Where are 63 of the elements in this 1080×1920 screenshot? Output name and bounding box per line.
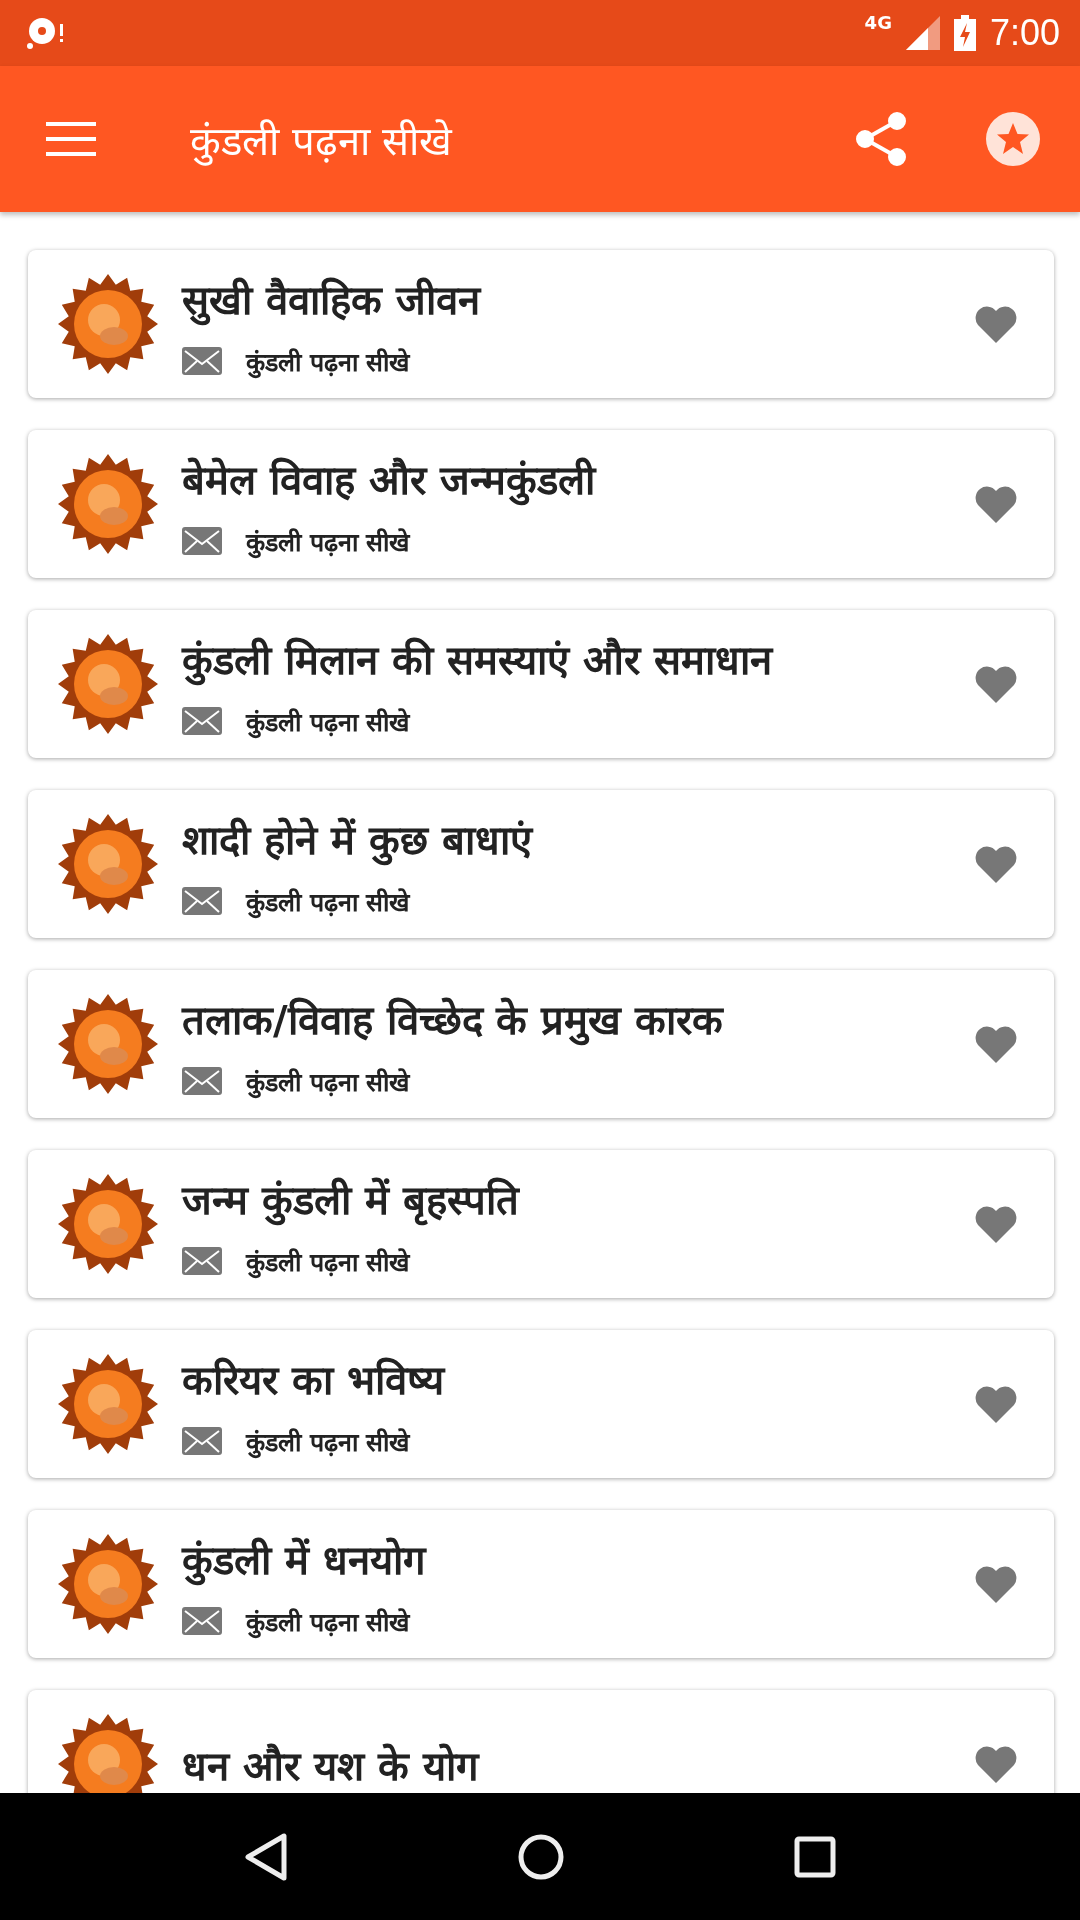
article-source: कुंडली पढ़ना सीखे [246,1426,410,1458]
favorite-button[interactable] [974,1025,1018,1063]
favorite-button[interactable] [974,1205,1018,1243]
favorite-button[interactable] [974,1565,1018,1603]
envelope-icon [182,526,222,555]
article-title: धन और यश के योग [182,1740,481,1791]
article-card[interactable]: तलाक/विवाह विच्छेद के प्रमुख कारक कुंडली पढ़ना सीखे [28,970,1054,1118]
article-title: शादी होने में कुछ बाधाएं [182,810,974,866]
article-source: कुंडली पढ़ना सीखे [246,346,410,378]
emblem-icon [58,814,158,914]
article-source: कुंडली पढ़ना सीखे [246,886,410,918]
article-card[interactable]: धन और यश के योग [28,1690,1054,1793]
article-title: कुंडली में धनयोग [182,1530,974,1586]
article-title: तलाक/विवाह विच्छेद के प्रमुख कारक [182,990,974,1046]
article-card[interactable]: जन्म कुंडली में बृहस्पति कुंडली पढ़ना सीखे [28,1150,1054,1298]
article-title: जन्म कुंडली में बृहस्पति [182,1170,974,1226]
battery-icon [953,15,976,51]
emblem-icon [58,634,158,734]
emblem-icon [58,274,158,374]
emblem-icon [58,454,158,554]
envelope-icon [182,886,222,915]
favorite-button[interactable] [974,305,1018,343]
home-button[interactable] [517,1832,565,1881]
article-title: सुखी वैवाहिक जीवन [182,270,974,326]
notification-icon [26,16,66,50]
menu-button[interactable] [46,122,96,156]
back-button[interactable] [244,1831,289,1882]
article-card[interactable]: करियर का भविष्य कुंडली पढ़ना सीखे [28,1330,1054,1478]
article-source: कुंडली पढ़ना सीखे [246,1066,410,1098]
clock: 7:00 [989,12,1060,54]
article-card[interactable]: कुंडली मिलान की समस्याएं और समाधान कुंडली पढ़ना सीखे [28,610,1054,758]
article-title: बेमेल विवाह और जन्मकुंडली [182,450,974,506]
envelope-icon [182,1066,222,1095]
envelope-icon [182,346,222,375]
favorite-button[interactable] [974,1745,1018,1783]
article-title: करियर का भविष्य [182,1354,447,1405]
envelope-icon [182,706,222,735]
favorite-button[interactable] [974,485,1018,523]
app-title: कुंडली पढ़ना सीखे [190,116,454,167]
article-card[interactable]: बेमेल विवाह और जन्मकुंडली कुंडली पढ़ना सीखे [28,430,1054,578]
emblem-icon [58,994,158,1094]
envelope-icon [182,1606,222,1635]
article-card[interactable]: कुंडली में धनयोग कुंडली पढ़ना सीखे [28,1510,1054,1658]
favorite-button[interactable] [974,1385,1018,1423]
emblem-icon [58,1534,158,1634]
emblem-icon [58,1174,158,1274]
article-card[interactable]: सुखी वैवाहिक जीवन कुंडली पढ़ना सीखे [28,250,1054,398]
article-card[interactable]: शादी होने में कुछ बाधाएं कुंडली पढ़ना सीखे [28,790,1054,938]
emblem-icon [58,1354,158,1454]
envelope-icon [182,1426,222,1455]
favorite-button[interactable] [974,665,1018,703]
article-source: कुंडली पढ़ना सीखे [246,706,410,738]
article-source: कुंडली पढ़ना सीखे [246,526,410,558]
recents-button[interactable] [793,1835,836,1878]
rate-button[interactable] [986,112,1040,166]
article-title: कुंडली मिलान की समस्याएं और समाधान [182,630,974,686]
article-source: कुंडली पढ़ना सीखे [246,1606,410,1638]
network-type: 4G [864,12,892,33]
favorite-button[interactable] [974,845,1018,883]
share-button[interactable] [856,112,906,166]
article-source: कुंडली पढ़ना सीखे [246,1246,410,1278]
signal-icon [905,16,940,50]
envelope-icon [182,1246,222,1275]
